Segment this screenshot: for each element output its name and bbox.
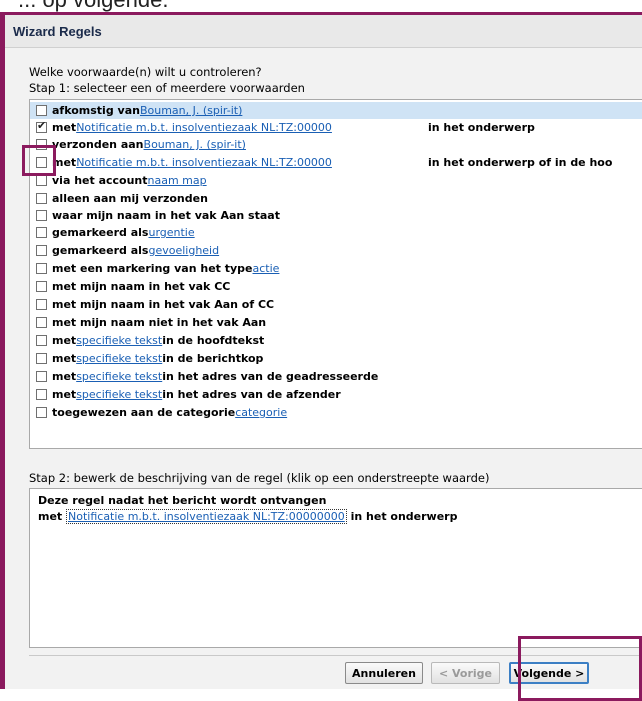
condition-checkbox[interactable] — [36, 389, 47, 400]
step2-label: Stap 2: bewerk de beschrijving van de re… — [29, 471, 490, 485]
condition-label-tail: in de berichtkop — [162, 352, 264, 365]
condition-label: met — [52, 388, 77, 401]
window-title: Wizard Regels — [13, 24, 102, 39]
condition-row[interactable]: gemarkeerd als gevoeligheid — [30, 242, 642, 259]
description-line1: Deze regel nadat het bericht wordt ontva… — [38, 494, 327, 507]
condition-value-link[interactable]: Notificatie m.b.t. insolventiezaak NL:TZ… — [76, 156, 332, 169]
condition-label: met een markering van het type — [52, 262, 253, 275]
conditions-question: Welke voorwaarde(n) wilt u controleren? — [29, 65, 262, 79]
rules-wizard-window: Wizard Regels Welke voorwaarde(n) wilt u… — [0, 12, 642, 701]
conditions-list[interactable]: afkomstig van Bouman, J. (spir-it)met No… — [29, 99, 642, 449]
description-line2: met Notificatie m.b.t. insolventiezaak N… — [38, 509, 458, 524]
condition-checkbox[interactable] — [36, 371, 47, 382]
description-subject-link[interactable]: Notificatie m.b.t. insolventiezaak NL:TZ… — [66, 509, 347, 524]
condition-checkbox[interactable] — [36, 281, 47, 292]
condition-checkbox[interactable] — [36, 119, 47, 133]
condition-suffix: in het onderwerp of in de hoo — [428, 156, 613, 169]
condition-row[interactable]: verzonden aan Bouman, J. (spir-it) — [30, 136, 642, 153]
condition-label: gemarkeerd als — [52, 244, 149, 257]
condition-row[interactable]: met mijn naam in het vak Aan of CC — [30, 296, 642, 313]
condition-checkbox[interactable] — [36, 407, 47, 418]
condition-row[interactable]: toegewezen aan de categorie categorie — [30, 404, 642, 421]
rule-description-box: Deze regel nadat het bericht wordt ontva… — [29, 488, 642, 648]
condition-value-link[interactable]: specifieke tekst — [76, 334, 162, 347]
condition-label: afkomstig van — [52, 104, 140, 117]
condition-value-link[interactable]: Notificatie m.b.t. insolventiezaak NL:TZ… — [76, 121, 332, 134]
condition-label: met — [52, 370, 77, 383]
condition-value-link[interactable]: naam map — [148, 174, 207, 187]
condition-checkbox[interactable] — [36, 193, 47, 204]
condition-row[interactable]: met specifieke tekst in de hoofdtekst — [30, 332, 642, 349]
condition-row[interactable]: met Notificatie m.b.t. insolventiezaak N… — [30, 119, 642, 136]
condition-checkbox[interactable] — [36, 299, 47, 310]
condition-checkbox[interactable] — [36, 105, 47, 116]
condition-row[interactable]: met Notificatie m.b.t. insolventiezaak N… — [30, 154, 642, 171]
condition-label: met mijn naam in het vak Aan of CC — [52, 298, 275, 311]
condition-row[interactable]: met specifieke tekst in de berichtkop — [30, 350, 642, 367]
condition-label-tail: in de hoofdtekst — [162, 334, 265, 347]
condition-label: alleen aan mij verzonden — [52, 192, 208, 205]
condition-checkbox[interactable] — [36, 263, 47, 274]
title-bar: Wizard Regels — [5, 15, 642, 48]
condition-label: met — [52, 334, 77, 347]
condition-value-link[interactable]: gevoeligheid — [148, 244, 219, 257]
condition-label: waar mijn naam in het vak Aan staat — [52, 209, 280, 222]
back-button[interactable]: < Vorige — [431, 662, 500, 684]
condition-row[interactable]: met specifieke tekst in het adres van de… — [30, 368, 642, 385]
condition-label: met — [52, 121, 77, 134]
condition-value-link[interactable]: urgentie — [148, 226, 194, 239]
condition-checkbox[interactable] — [36, 353, 47, 364]
condition-label: met mijn naam in het vak CC — [52, 280, 231, 293]
condition-label: met — [52, 352, 77, 365]
condition-label: toegewezen aan de categorie — [52, 406, 236, 419]
condition-row[interactable]: waar mijn naam in het vak Aan staat — [30, 207, 642, 224]
condition-row[interactable]: afkomstig van Bouman, J. (spir-it) — [30, 102, 642, 119]
condition-value-link[interactable]: Bouman, J. (spir-it) — [140, 104, 242, 117]
condition-suffix: in het onderwerp — [428, 121, 535, 134]
cancel-button[interactable]: Annuleren — [345, 662, 423, 684]
condition-label: via het account — [52, 174, 148, 187]
condition-value-link[interactable]: specifieke tekst — [76, 352, 162, 365]
condition-label-tail: in het adres van de afzender — [162, 388, 341, 401]
condition-label: met mijn naam niet in het vak Aan — [52, 316, 267, 329]
condition-label-tail: in het adres van de geadresseerde — [162, 370, 379, 383]
condition-checkbox[interactable] — [36, 245, 47, 256]
step1-label: Stap 1: selecteer een of meerdere voorwa… — [29, 81, 305, 95]
condition-row[interactable]: via het account naam map — [30, 172, 642, 189]
condition-label: verzonden aan — [52, 138, 144, 151]
condition-checkbox[interactable] — [36, 317, 47, 328]
condition-checkbox[interactable] — [36, 227, 47, 238]
condition-value-link[interactable]: specifieke tekst — [76, 370, 162, 383]
condition-row[interactable]: gemarkeerd als urgentie — [30, 224, 642, 241]
condition-row[interactable]: met mijn naam niet in het vak Aan — [30, 314, 642, 331]
condition-row[interactable]: met specifieke tekst in het adres van de… — [30, 386, 642, 403]
condition-row[interactable]: met mijn naam in het vak CC — [30, 278, 642, 295]
condition-row[interactable]: alleen aan mij verzonden — [30, 190, 642, 207]
condition-label: gemarkeerd als — [52, 226, 149, 239]
next-button-highlight-frame — [518, 636, 642, 701]
condition-checkbox[interactable] — [36, 335, 47, 346]
checkbox-highlight-frame — [22, 145, 56, 176]
description-suffix: in het onderwerp — [346, 510, 458, 523]
condition-checkbox[interactable] — [36, 175, 47, 186]
condition-checkbox[interactable] — [36, 210, 47, 221]
condition-value-link[interactable]: Bouman, J. (spir-it) — [144, 138, 246, 151]
condition-value-link[interactable]: actie — [253, 262, 280, 275]
condition-row[interactable]: met een markering van het type actie — [30, 260, 642, 277]
condition-value-link[interactable]: categorie — [235, 406, 287, 419]
description-prefix: met — [38, 510, 67, 523]
dialog-body: Welke voorwaarde(n) wilt u controleren? … — [5, 48, 642, 689]
condition-value-link[interactable]: specifieke tekst — [76, 388, 162, 401]
